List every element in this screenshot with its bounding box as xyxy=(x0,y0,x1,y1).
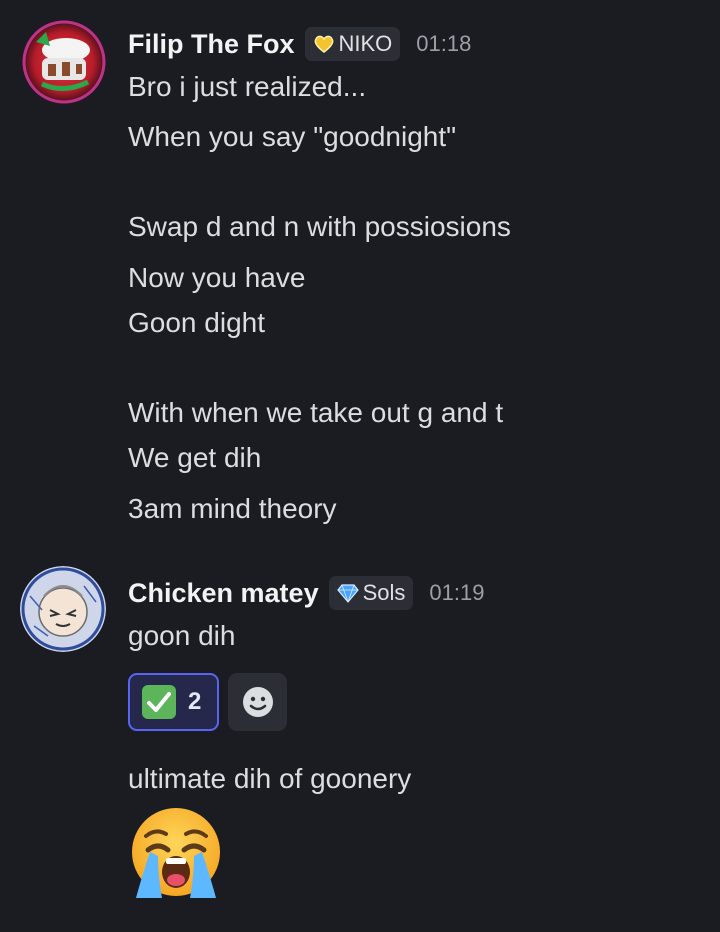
reaction-count: 2 xyxy=(188,688,202,715)
check-mark-button-icon xyxy=(142,685,176,719)
add-reaction-icon xyxy=(242,687,273,717)
sketch-face-avatar-icon xyxy=(20,566,106,652)
message-header: Chicken matey Sols 01:19 xyxy=(128,573,484,613)
server-tag[interactable]: Sols xyxy=(328,576,414,610)
username[interactable]: Chicken matey xyxy=(128,578,319,609)
add-reaction-button[interactable] xyxy=(228,673,287,731)
message-line: goon dih xyxy=(128,620,236,651)
avatar[interactable] xyxy=(20,566,106,652)
reaction-check[interactable]: 2 xyxy=(128,673,219,731)
timestamp[interactable]: 01:19 xyxy=(429,580,484,606)
loudly-crying-face-icon xyxy=(132,808,220,898)
server-tag-label: Sols xyxy=(362,580,406,605)
message-line: ultimate dih of goonery xyxy=(128,763,412,794)
blue-diamond-badge-icon xyxy=(336,584,359,603)
message-group-chicken: Chicken matey Sols 01:19 goon dih 2 ulti… xyxy=(0,0,720,932)
